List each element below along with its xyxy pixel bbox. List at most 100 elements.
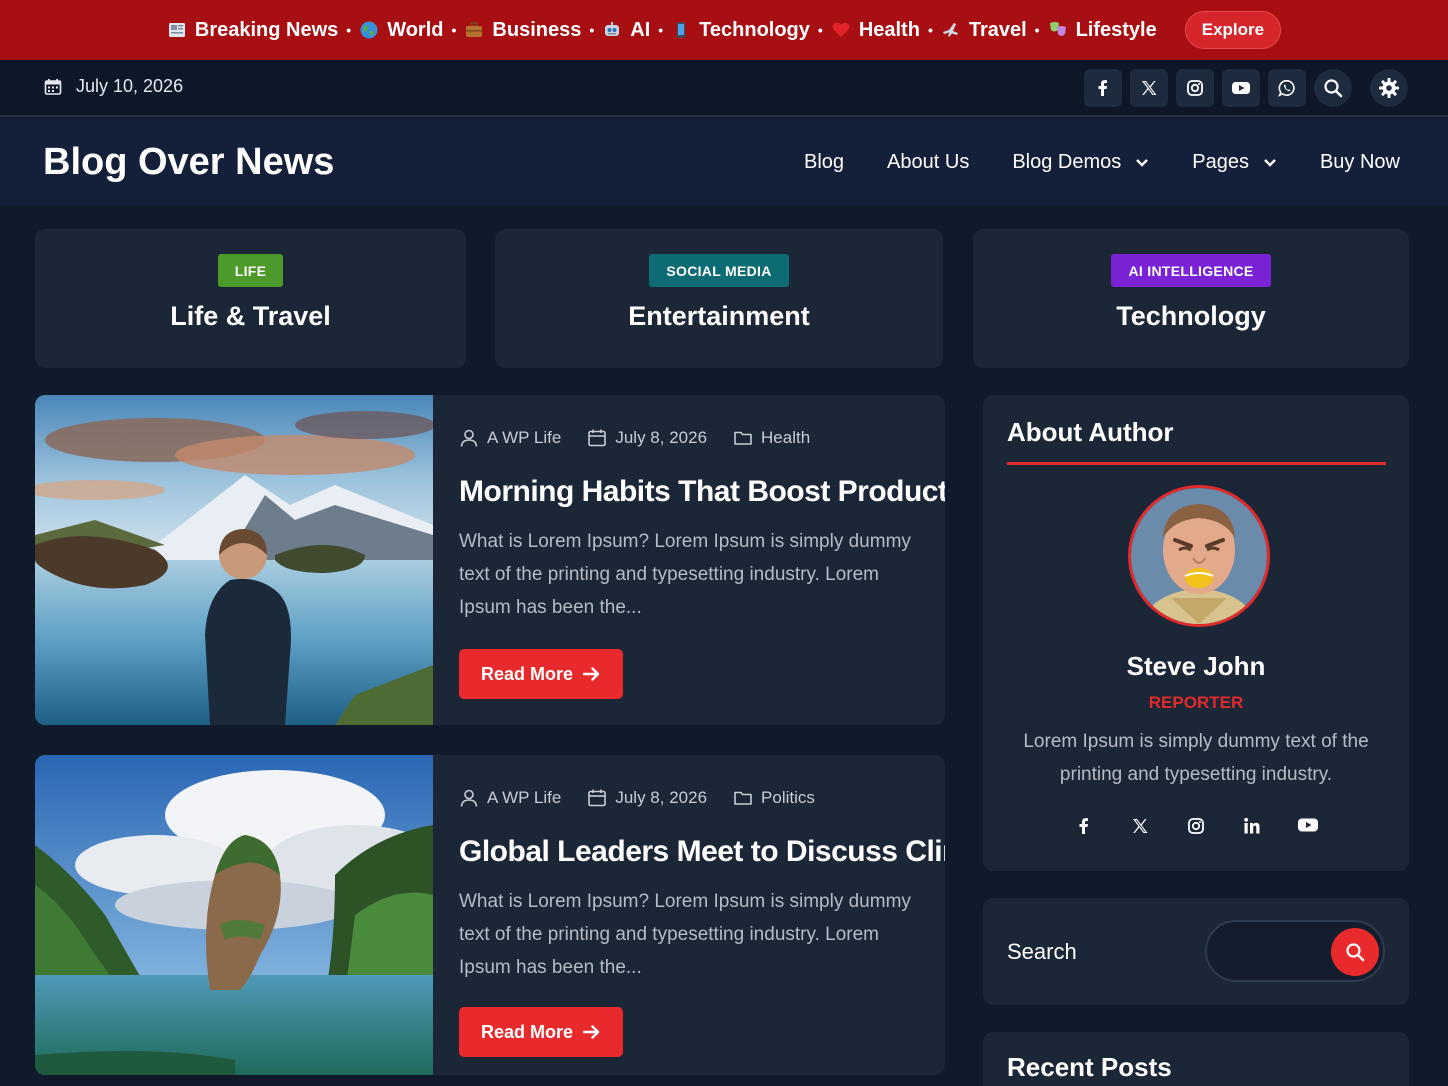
read-more-label: Read More (481, 663, 574, 684)
post-category-text: Health (761, 428, 811, 447)
user-icon (460, 789, 478, 807)
calendar-icon (588, 429, 607, 447)
chevron-down-icon (1136, 158, 1149, 167)
instagram-icon (1187, 80, 1203, 96)
ticker-item-lifestyle[interactable]: Lifestyle (1048, 19, 1157, 42)
search-submit-button[interactable] (1331, 928, 1379, 976)
post-title[interactable]: Morning Habits That Boost Productivity (459, 475, 945, 509)
globe-icon (359, 20, 379, 40)
nav-blog-demos[interactable]: Blog Demos (1012, 151, 1149, 174)
category-badge[interactable]: SOCIAL MEDIA (649, 254, 789, 287)
category-title[interactable]: Life & Travel (170, 301, 331, 332)
author-x-link[interactable] (1112, 817, 1168, 835)
heart-icon (831, 20, 851, 40)
author-instagram-link[interactable] (1168, 817, 1224, 835)
post-category[interactable]: Politics (733, 788, 815, 808)
nav-pages-label: Pages (1192, 151, 1249, 173)
ticker-item-technology[interactable]: Technology (671, 19, 810, 42)
search-input[interactable] (1225, 934, 1325, 968)
ticker-item-label: Breaking News (194, 18, 339, 41)
category-badge[interactable]: LIFE (217, 254, 284, 287)
user-icon (460, 429, 478, 447)
settings-button[interactable] (1370, 69, 1408, 107)
ticker-separator: • (817, 22, 823, 38)
arrow-right-icon (583, 667, 600, 681)
ticker-item-world[interactable]: World (359, 18, 444, 42)
whatsapp-link[interactable] (1268, 69, 1306, 107)
site-title[interactable]: Blog Over News (43, 141, 334, 184)
about-author-widget: About Author Steve John REPORTER Lorem I… (983, 395, 1409, 871)
current-date: July 10, 2026 (44, 76, 183, 97)
ticker-item-label: World (387, 18, 444, 41)
ticker-item-breaking-news[interactable]: Breaking News (167, 19, 338, 42)
nav-buy-now[interactable]: Buy Now (1320, 151, 1400, 174)
ticker-item-label: Lifestyle (1075, 18, 1157, 41)
ticker-separator: • (451, 22, 457, 38)
ticker-separator: • (927, 22, 933, 38)
post-author[interactable]: A WP Life (459, 788, 561, 808)
ticker-item-label: AI (630, 18, 651, 41)
ticker-item-label: Health (858, 18, 920, 41)
author-youtube-link[interactable] (1280, 817, 1336, 835)
x-link[interactable] (1130, 69, 1168, 107)
post-author[interactable]: A WP Life (459, 428, 561, 448)
instagram-icon (1188, 818, 1204, 834)
author-role: REPORTER (1148, 693, 1244, 712)
facebook-icon (1098, 80, 1107, 96)
post-meta: A WP Life July 8, 2026 Health (459, 428, 836, 448)
author-avatar[interactable] (1128, 485, 1270, 627)
category-badge[interactable]: AI INTELLIGENCE (1111, 254, 1271, 287)
category-card-technology[interactable]: AI INTELLIGENCE Technology (973, 229, 1409, 368)
airplane-icon (941, 20, 961, 40)
category-card-entertainment[interactable]: SOCIAL MEDIA Entertainment (495, 229, 943, 368)
search-box (1205, 920, 1385, 982)
post-category[interactable]: Health (733, 428, 810, 448)
category-title[interactable]: Entertainment (628, 301, 810, 332)
post-date[interactable]: July 8, 2026 (587, 788, 707, 808)
nav-blog[interactable]: Blog (804, 151, 844, 174)
ticker-item-ai[interactable]: AI (602, 19, 650, 42)
read-more-label: Read More (481, 1021, 574, 1042)
folder-icon (734, 431, 752, 445)
date-text: July 10, 2026 (76, 76, 184, 96)
ticker-item-health[interactable]: Health (831, 19, 920, 42)
ticker-separator: • (1034, 22, 1040, 38)
category-title[interactable]: Technology (1116, 301, 1266, 332)
post-title[interactable]: Global Leaders Meet to Discuss Climate (459, 835, 945, 869)
post-date[interactable]: July 8, 2026 (587, 428, 707, 448)
ticker: Breaking News • World • Business • AI • (167, 19, 1157, 42)
read-more-button[interactable]: Read More (459, 1007, 624, 1057)
ticker-item-business[interactable]: Business (464, 19, 581, 42)
facebook-link[interactable] (1084, 69, 1122, 107)
ticker-item-travel[interactable]: Travel (941, 19, 1027, 42)
post-author-name: A WP Life (487, 428, 562, 447)
author-linkedin-link[interactable] (1224, 817, 1280, 835)
nav-about-us[interactable]: About Us (887, 151, 969, 174)
widget-title: About Author (1007, 417, 1174, 447)
x-icon (1142, 81, 1157, 95)
instagram-link[interactable] (1176, 69, 1214, 107)
top-ticker-bar: Breaking News • World • Business • AI • (0, 0, 1448, 60)
author-bio: Lorem Ipsum is simply dummy text of the … (1023, 731, 1369, 785)
post-image-rock-island[interactable] (35, 755, 445, 1075)
search-icon (1346, 943, 1365, 962)
robot-icon (602, 20, 622, 40)
search-widget: Search (983, 898, 1409, 1005)
ticker-item-label: Technology (699, 18, 810, 41)
folder-icon (734, 791, 752, 805)
author-facebook-link[interactable] (1056, 817, 1112, 835)
ticker-item-label: Business (492, 18, 582, 41)
youtube-icon (1298, 818, 1318, 832)
site-header: Blog Over News Blog About Us Blog Demos … (0, 119, 1448, 206)
arrow-right-icon (583, 1025, 600, 1039)
nav-pages[interactable]: Pages (1192, 151, 1277, 174)
category-card-life-travel[interactable]: LIFE Life & Travel (35, 229, 466, 368)
explore-button[interactable]: Explore (1184, 11, 1282, 49)
post-image-lake-mountains[interactable] (35, 395, 435, 725)
youtube-link[interactable] (1222, 69, 1260, 107)
ticker-item-label: Travel (968, 18, 1027, 41)
ticker-separator: • (589, 22, 595, 38)
search-toggle-button[interactable] (1314, 69, 1352, 107)
post-date-text: July 8, 2026 (615, 428, 708, 447)
read-more-button[interactable]: Read More (459, 649, 624, 699)
